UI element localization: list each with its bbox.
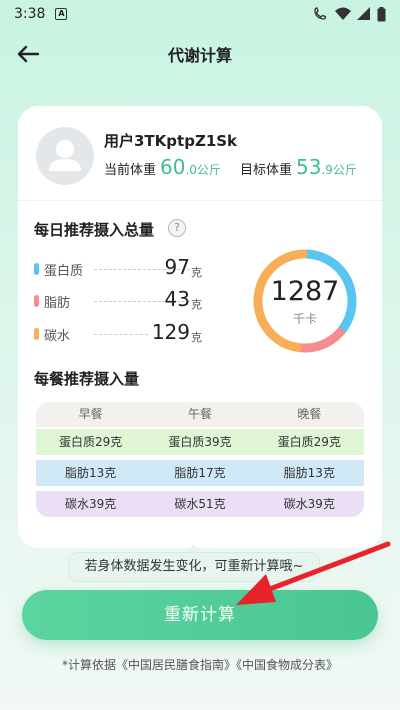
current-weight-label: 当前体重 xyxy=(104,163,157,178)
tip-notch xyxy=(186,544,202,552)
macro-unit: 克 xyxy=(191,298,202,311)
dashed-leader xyxy=(94,334,148,335)
table-cell: 脂肪13克 xyxy=(65,466,117,480)
table-row: 蛋白质29克 蛋白质39克 蛋白质29克 xyxy=(36,429,364,455)
macro-row-carbs: 碳水 129 克 xyxy=(34,320,204,346)
macro-value: 97 xyxy=(164,255,190,279)
meal-intake-title: 每餐推荐摄入量 xyxy=(34,370,140,388)
table-cell: 蛋白质29克 xyxy=(277,435,341,449)
target-weight-integer: 53 xyxy=(296,155,322,179)
macro-row-protein: 蛋白质 97 克 xyxy=(34,255,204,281)
tip-bubble: 若身体数据发生变化，可重新计算哦~ xyxy=(68,552,320,582)
user-avatar-icon xyxy=(49,140,81,171)
table-cell: 脂肪13克 xyxy=(283,466,335,480)
target-weight: 目标体重 53 .9 公斤 xyxy=(240,155,357,179)
avatar[interactable] xyxy=(36,127,94,185)
total-calories: 1287 xyxy=(270,276,340,307)
battery-icon xyxy=(377,6,386,21)
calorie-ring: 1287 千卡 xyxy=(250,246,360,356)
recalculate-button[interactable]: 重新计算 xyxy=(22,590,378,640)
macro-unit: 克 xyxy=(191,331,202,344)
macro-label: 蛋白质 xyxy=(44,264,84,279)
carbs-color-dot xyxy=(34,328,39,340)
notification-a-icon: A xyxy=(55,8,68,20)
protein-color-dot xyxy=(34,263,39,275)
table-cell: 碳水39克 xyxy=(283,497,335,511)
current-weight-decimal: .0 xyxy=(185,163,197,177)
table-row: 碳水39克 碳水51克 碳水39克 xyxy=(36,491,364,517)
wifi-icon xyxy=(335,7,351,20)
target-weight-label: 目标体重 xyxy=(240,163,293,178)
ring-segment-fat xyxy=(296,327,345,353)
column-lunch: 午餐 xyxy=(187,407,212,421)
current-weight-unit: 公斤 xyxy=(196,163,221,177)
status-bar: 3:38 A xyxy=(0,0,400,28)
top-bar: 代谢计算 xyxy=(0,36,400,72)
user-name: 用户3TKptpZ1Sk xyxy=(104,132,238,150)
macro-label: 碳水 xyxy=(44,329,71,344)
macro-value: 43 xyxy=(164,287,190,311)
fat-color-dot xyxy=(34,295,39,307)
table-cell: 脂肪17克 xyxy=(174,466,226,480)
daily-intake-title: 每日推荐摄入总量 xyxy=(34,221,155,239)
macro-value: 129 xyxy=(151,320,190,344)
macro-label: 脂肪 xyxy=(44,296,71,311)
current-weight-integer: 60 xyxy=(160,155,186,179)
table-cell: 碳水51克 xyxy=(174,497,226,511)
column-dinner: 晚餐 xyxy=(297,407,322,421)
macro-row-fat: 脂肪 43 克 xyxy=(34,287,204,313)
status-time: 3:38 xyxy=(14,6,46,22)
table-cell: 蛋白质29克 xyxy=(59,435,123,449)
call-wifi-icon xyxy=(314,7,327,20)
column-breakfast: 早餐 xyxy=(78,407,103,421)
footnote: *计算依据《中国居民膳食指南》《中国食物成分表》 xyxy=(61,658,338,672)
table-row: 脂肪13克 脂肪17克 脂肪13克 xyxy=(36,460,364,486)
table-cell: 碳水39克 xyxy=(65,497,117,511)
meal-table-header: 早餐 午餐 晚餐 xyxy=(36,402,364,427)
target-weight-unit: 公斤 xyxy=(332,163,357,177)
macro-unit: 克 xyxy=(191,266,202,279)
table-cell: 蛋白质39克 xyxy=(168,435,232,449)
help-icon[interactable]: ? xyxy=(168,219,186,237)
signal-icon xyxy=(357,7,370,20)
total-calories-unit: 千卡 xyxy=(292,312,317,326)
current-weight: 当前体重 60 .0 公斤 xyxy=(104,155,221,179)
card-divider xyxy=(18,200,382,201)
page-title: 代谢计算 xyxy=(167,46,232,65)
target-weight-decimal: .9 xyxy=(321,163,333,177)
status-icons xyxy=(313,6,386,22)
